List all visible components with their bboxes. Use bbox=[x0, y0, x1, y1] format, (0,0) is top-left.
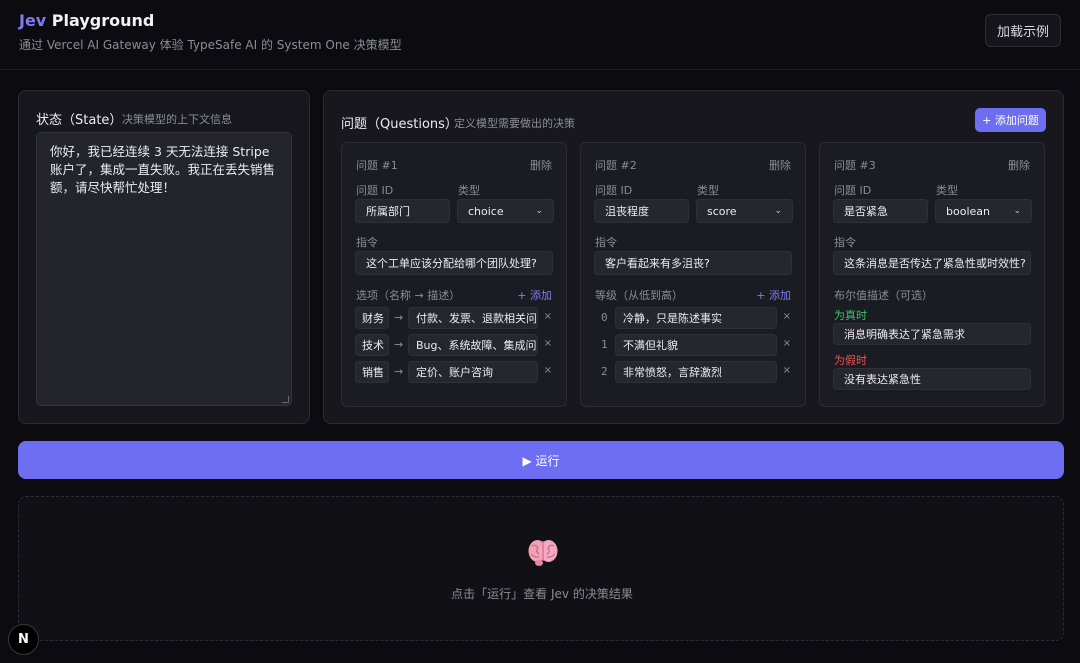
question-type-select[interactable]: boolean ⌄ bbox=[935, 199, 1032, 223]
state-desc: 决策模型的上下文信息 bbox=[122, 113, 232, 126]
app-subtitle: 通过 Vercel AI Gateway 体验 TypeSafe AI 的 Sy… bbox=[19, 38, 402, 52]
load-example-button[interactable]: 加载示例 bbox=[985, 14, 1061, 47]
next-dev-badge[interactable]: N bbox=[8, 624, 39, 655]
add-option-button[interactable]: + 添加 bbox=[517, 287, 552, 303]
true-text-input[interactable]: 消息明确表达了紧急需求 bbox=[833, 323, 1031, 345]
instruction-label: 指令 bbox=[595, 236, 617, 249]
question-type-label: 类型 bbox=[936, 184, 958, 197]
arrow-right-icon: → bbox=[394, 311, 404, 324]
brain-icon bbox=[528, 540, 558, 566]
app-title: Jev Playground bbox=[19, 11, 155, 30]
close-icon[interactable]: × bbox=[783, 311, 791, 322]
resize-grip-icon[interactable] bbox=[282, 396, 289, 403]
chevron-down-icon: ⌄ bbox=[1013, 206, 1021, 216]
app-header: Jev Playground 通过 Vercel AI Gateway 体验 T… bbox=[0, 0, 1080, 70]
instruction-input[interactable]: 这条消息是否传达了紧急性或时效性? bbox=[833, 251, 1031, 275]
question-number: 问题 #2 bbox=[595, 159, 637, 172]
question-number: 问题 #3 bbox=[834, 159, 876, 172]
question-card-2: 问题 #2 删除 问题 ID 类型 沮丧程度 score ⌄ 指令 客户看起来有多… bbox=[580, 142, 806, 407]
close-icon[interactable]: × bbox=[544, 311, 552, 322]
question-id-label: 问题 ID bbox=[595, 184, 633, 197]
false-label: 为假时 bbox=[834, 354, 867, 367]
question-id-label: 问题 ID bbox=[834, 184, 872, 197]
level-number: 2 bbox=[601, 365, 608, 378]
close-icon[interactable]: × bbox=[544, 338, 552, 349]
close-icon[interactable]: × bbox=[544, 365, 552, 376]
level-text-input[interactable]: 冷静，只是陈述事实 bbox=[615, 307, 777, 329]
state-panel: 状态（State） 决策模型的上下文信息 你好，我已经连续 3 天无法连接 St… bbox=[18, 90, 310, 424]
question-type-select[interactable]: choice ⌄ bbox=[457, 199, 554, 223]
level-text-input[interactable]: 非常愤怒，言辞激烈 bbox=[615, 361, 777, 383]
arrow-right-icon: → bbox=[394, 338, 404, 351]
questions-panel: 问题（Questions） 定义模型需要做出的决策 + 添加问题 问题 #1 删… bbox=[323, 90, 1064, 424]
delete-question-button[interactable]: 删除 bbox=[1008, 157, 1030, 173]
instruction-label: 指令 bbox=[834, 236, 856, 249]
option-name-input[interactable]: 技术 bbox=[355, 334, 389, 356]
chevron-down-icon: ⌄ bbox=[774, 206, 782, 216]
level-text-input[interactable]: 不满但礼貌 bbox=[615, 334, 777, 356]
level-number: 0 bbox=[601, 311, 608, 324]
run-button[interactable]: ▶ 运行 bbox=[18, 441, 1064, 479]
level-number: 1 bbox=[601, 338, 608, 351]
delete-question-button[interactable]: 删除 bbox=[530, 157, 552, 173]
state-textarea[interactable]: 你好，我已经连续 3 天无法连接 Stripe 账户了，集成一直失败。我正在丢失… bbox=[36, 132, 292, 406]
chevron-down-icon: ⌄ bbox=[535, 206, 543, 216]
boolean-desc-label: 布尔值描述（可选） bbox=[834, 289, 933, 302]
question-type-label: 类型 bbox=[458, 184, 480, 197]
instruction-label: 指令 bbox=[356, 236, 378, 249]
add-level-button[interactable]: + 添加 bbox=[756, 287, 791, 303]
instruction-input[interactable]: 这个工单应该分配给哪个团队处理? bbox=[355, 251, 553, 275]
questions-title: 问题（Questions） bbox=[341, 117, 458, 132]
question-card-3: 问题 #3 删除 问题 ID 类型 是否紧急 boolean ⌄ 指令 这条消息是… bbox=[819, 142, 1045, 407]
question-id-label: 问题 ID bbox=[356, 184, 394, 197]
questions-desc: 定义模型需要做出的决策 bbox=[454, 117, 575, 130]
question-card-1: 问题 #1 删除 问题 ID 类型 所属部门 choice ⌄ 指令 这个工单应该… bbox=[341, 142, 567, 407]
question-id-input[interactable]: 是否紧急 bbox=[833, 199, 928, 223]
option-desc-input[interactable]: Bug、系统故障、集成问题 bbox=[408, 334, 538, 356]
question-id-input[interactable]: 所属部门 bbox=[355, 199, 450, 223]
result-placeholder: 点击「运行」查看 Jev 的决策结果 bbox=[451, 587, 633, 601]
close-icon[interactable]: × bbox=[783, 338, 791, 349]
option-desc-input[interactable]: 定价、账户咨询 bbox=[408, 361, 538, 383]
instruction-input[interactable]: 客户看起来有多沮丧? bbox=[594, 251, 792, 275]
option-desc-input[interactable]: 付款、发票、退款相关问题 bbox=[408, 307, 538, 329]
option-name-input[interactable]: 销售 bbox=[355, 361, 389, 383]
options-label: 选项（名称 → 描述） bbox=[356, 289, 461, 302]
question-number: 问题 #1 bbox=[356, 159, 398, 172]
arrow-right-icon: → bbox=[394, 365, 404, 378]
option-name-input[interactable]: 财务 bbox=[355, 307, 389, 329]
add-question-button[interactable]: + 添加问题 bbox=[975, 108, 1046, 132]
result-area: 点击「运行」查看 Jev 的决策结果 bbox=[18, 496, 1064, 641]
question-type-label: 类型 bbox=[697, 184, 719, 197]
true-label: 为真时 bbox=[834, 309, 867, 322]
question-type-select[interactable]: score ⌄ bbox=[696, 199, 793, 223]
delete-question-button[interactable]: 删除 bbox=[769, 157, 791, 173]
levels-label: 等级（从低到高） bbox=[595, 289, 683, 302]
false-text-input[interactable]: 没有表达紧急性 bbox=[833, 368, 1031, 390]
question-id-input[interactable]: 沮丧程度 bbox=[594, 199, 689, 223]
state-title: 状态（State） bbox=[36, 113, 123, 128]
close-icon[interactable]: × bbox=[783, 365, 791, 376]
